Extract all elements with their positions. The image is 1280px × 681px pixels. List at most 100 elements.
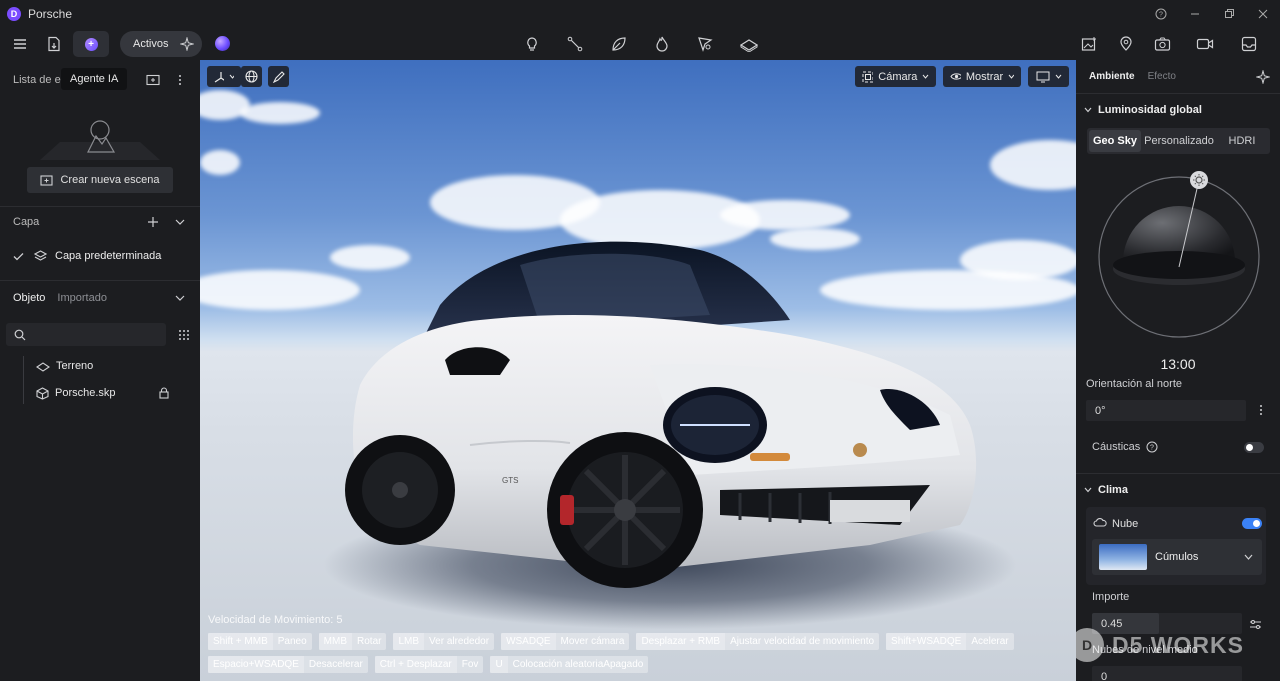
close-button[interactable] (1246, 0, 1280, 27)
axis-mode-button[interactable] (207, 66, 241, 87)
chevron-down-icon[interactable] (171, 213, 189, 231)
default-layer-label: Capa predeterminada (55, 250, 162, 262)
add-layer-icon[interactable] (144, 213, 162, 231)
assets-button[interactable]: Activos (120, 31, 202, 57)
inbox-icon[interactable] (1236, 31, 1262, 57)
ai-agent-button[interactable]: + (73, 31, 109, 57)
help-icon[interactable]: ? (1143, 438, 1161, 456)
ai-agent-tooltip: Agente IA (61, 68, 128, 90)
sun-position-dial[interactable] (1094, 170, 1264, 340)
caustics-toggle[interactable] (1244, 442, 1264, 453)
pen-icon (272, 70, 285, 83)
shortcut-key: MMB (318, 633, 353, 650)
tab-effect[interactable]: Efecto (1148, 71, 1176, 82)
tab-environment[interactable]: Ambiente (1089, 71, 1135, 82)
terrain-tool-icon[interactable] (736, 31, 762, 57)
video-icon[interactable] (1192, 31, 1218, 57)
shortcut-key: U (490, 656, 508, 673)
cloud-type-thumbnail (1099, 544, 1147, 570)
monitor-settings-icon (1036, 71, 1049, 82)
image-edit-icon[interactable] (1076, 31, 1102, 57)
lightbulb-icon[interactable] (519, 31, 545, 57)
more-options-icon[interactable] (1252, 401, 1270, 419)
sky-mode-custom[interactable]: Personalizado (1141, 130, 1217, 152)
cloud-toggle[interactable] (1242, 518, 1262, 529)
shortcut-hint: U Colocación aleatoriaApagado (490, 656, 649, 673)
grid-view-icon[interactable] (175, 326, 193, 344)
flame-icon[interactable] (649, 31, 675, 57)
climate-header[interactable]: Clima (1084, 484, 1128, 496)
sky-mode-geo-sky[interactable]: Geo Sky (1089, 130, 1141, 152)
display-options-button[interactable] (1028, 66, 1069, 87)
shortcut-hint: WSADQE Mover cámara (501, 633, 630, 650)
chevron-down-icon[interactable] (171, 289, 189, 307)
toggle-knob (1253, 520, 1260, 527)
assets-label: Activos (133, 38, 169, 50)
tree-item-porsche[interactable]: Porsche.skp (36, 384, 116, 402)
tab-imported[interactable]: Importado (57, 292, 107, 304)
location-pin-icon[interactable] (1113, 31, 1139, 57)
camera-icon[interactable] (1149, 31, 1175, 57)
amount-label: Importe (1092, 591, 1130, 603)
create-scene-label: Crear nueva escena (60, 174, 160, 186)
measure-button[interactable] (268, 66, 289, 87)
camera-menu-button[interactable]: Cámara (855, 66, 936, 87)
window-title: Porsche (28, 6, 73, 21)
material-brush-icon[interactable] (692, 31, 718, 57)
shortcut-hint: MMB Rotar (318, 633, 387, 650)
shortcut-action: Fov (461, 659, 479, 670)
add-scene-icon[interactable] (144, 71, 162, 89)
mid-clouds-field[interactable]: 0 (1092, 666, 1242, 681)
d5-logo-icon: D (1076, 628, 1104, 662)
watermark-text: D5 WORKS (1112, 631, 1244, 658)
menu-icon[interactable] (7, 31, 33, 57)
layer-item-default[interactable]: Capa predeterminada (13, 247, 161, 265)
create-scene-button[interactable]: Crear nueva escena (27, 167, 173, 193)
shortcut-key: Shift+WSADQE (886, 633, 967, 650)
shortcut-hints-row-2: Espacio+WSADQE Desacelerar Ctrl + Desplaza… (208, 656, 649, 673)
leaf-icon[interactable] (606, 31, 632, 57)
empty-scene-icon (40, 120, 160, 160)
toggle-knob (1246, 444, 1253, 451)
eye-icon (950, 73, 961, 80)
help-icon[interactable]: ? (1144, 0, 1178, 27)
sky-mode-hdri[interactable]: HDRI (1217, 130, 1267, 152)
title-bar: D Porsche ? (0, 0, 1280, 27)
sky-mode-selector: Geo Sky Personalizado HDRI (1087, 128, 1270, 154)
show-menu-button[interactable]: Mostrar (943, 66, 1021, 87)
shortcut-hint: Desplazar + RMB Ajustar velocidad de movi… (636, 633, 880, 650)
shortcut-key: LMB (393, 633, 425, 650)
lock-icon[interactable] (155, 384, 173, 402)
render-viewport[interactable]: GTS Cámara Mostrar Velocidad de Movimien… (200, 60, 1076, 681)
divider (1076, 473, 1280, 474)
environment-tabs: Ambiente Efecto (1089, 71, 1176, 82)
cloud-type-select[interactable]: Cúmulos (1092, 539, 1262, 575)
svg-text:?: ? (1159, 11, 1163, 18)
shortcut-key: Ctrl + Desplazar (374, 656, 457, 673)
tree-guide (23, 356, 24, 404)
minimize-button[interactable] (1178, 0, 1212, 27)
camera-frame-icon (862, 71, 874, 82)
scene-icon (40, 174, 54, 186)
globe-button[interactable] (241, 66, 262, 87)
shortcut-key: Espacio+WSADQE (208, 656, 304, 673)
shortcut-key: WSADQE (501, 633, 556, 650)
path-tool-icon[interactable] (562, 31, 588, 57)
cloud-icon (1093, 517, 1107, 527)
search-input[interactable] (32, 328, 152, 341)
north-orientation-value: 0° (1095, 404, 1106, 417)
tree-item-terrain[interactable]: Terreno (36, 357, 93, 375)
global-light-header[interactable]: Luminosidad global (1084, 104, 1202, 116)
more-options-icon[interactable] (171, 71, 189, 89)
chevron-down-icon (1244, 554, 1253, 560)
cloud (240, 102, 320, 124)
sparkle-settings-icon[interactable] (1254, 68, 1272, 86)
tab-object[interactable]: Objeto (13, 292, 45, 304)
ai-orb-icon[interactable] (215, 36, 230, 51)
chevron-down-icon (1055, 74, 1061, 79)
north-orientation-field[interactable]: 0° (1086, 400, 1246, 421)
chevron-down-icon (923, 74, 929, 79)
restore-button[interactable] (1212, 0, 1246, 27)
shortcut-hints-row-1: Shift + MMB Paneo MMB Rotar LMB Ver alrededor… (208, 633, 1014, 650)
file-import-icon[interactable] (41, 31, 67, 57)
